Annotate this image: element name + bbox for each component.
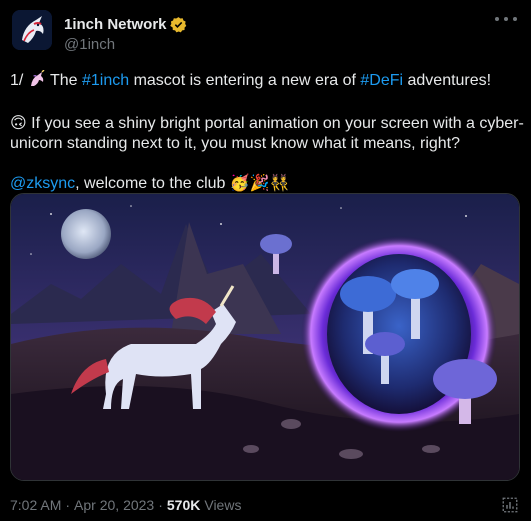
verified-badge-icon (169, 16, 187, 33)
tweet-text-segment: mascot is entering a new era of (129, 72, 361, 89)
tweet-text-segment: adventures! (403, 72, 492, 89)
tweet-image[interactable] (10, 193, 520, 481)
avatar[interactable] (12, 10, 52, 50)
tweet-text-segment: If you see a shiny bright portal animati… (10, 115, 524, 152)
tweet-text-segment: , welcome to the club (75, 175, 230, 192)
hashtag-1inch[interactable]: #1inch (82, 72, 129, 89)
analytics-icon[interactable] (501, 496, 519, 514)
tweet: 1inch Network @1inch 1/ The #1inch masco… (0, 0, 531, 521)
thread-number: 1/ (10, 72, 28, 89)
unicorn-emoji-icon (28, 69, 46, 94)
views-label: Views (204, 497, 242, 513)
handle[interactable]: @1inch (64, 36, 187, 53)
separator-dot: · (65, 497, 71, 513)
mention-zksync[interactable]: @zksync (10, 175, 75, 192)
more-options-icon[interactable] (495, 12, 517, 26)
celebration-emojis: 🥳🎉👯 (229, 175, 290, 192)
unicorn-portal-illustration (11, 194, 519, 480)
tweet-line-3: @zksync, welcome to the club 🥳🎉👯 (10, 174, 525, 194)
separator-dot: · (158, 497, 163, 513)
upside-down-face-emoji: 🙃 (10, 115, 27, 132)
1inch-logo-icon (12, 10, 52, 50)
hashtag-defi[interactable]: #DeFi (360, 72, 403, 89)
author-block: 1inch Network @1inch (64, 14, 187, 53)
display-name[interactable]: 1inch Network (64, 16, 167, 33)
tweet-time[interactable]: 7:02 AM (10, 497, 61, 513)
tweet-text-segment: The (45, 72, 82, 89)
tweet-meta: 7:02 AM · Apr 20, 2023 · 570K Views (10, 497, 241, 513)
views-count: 570K (166, 497, 201, 513)
tweet-line-2: 🙃 If you see a shiny bright portal anima… (10, 114, 525, 154)
tweet-line-1: 1/ The #1inch mascot is entering a new e… (10, 69, 525, 94)
tweet-date[interactable]: Apr 20, 2023 (74, 497, 154, 513)
